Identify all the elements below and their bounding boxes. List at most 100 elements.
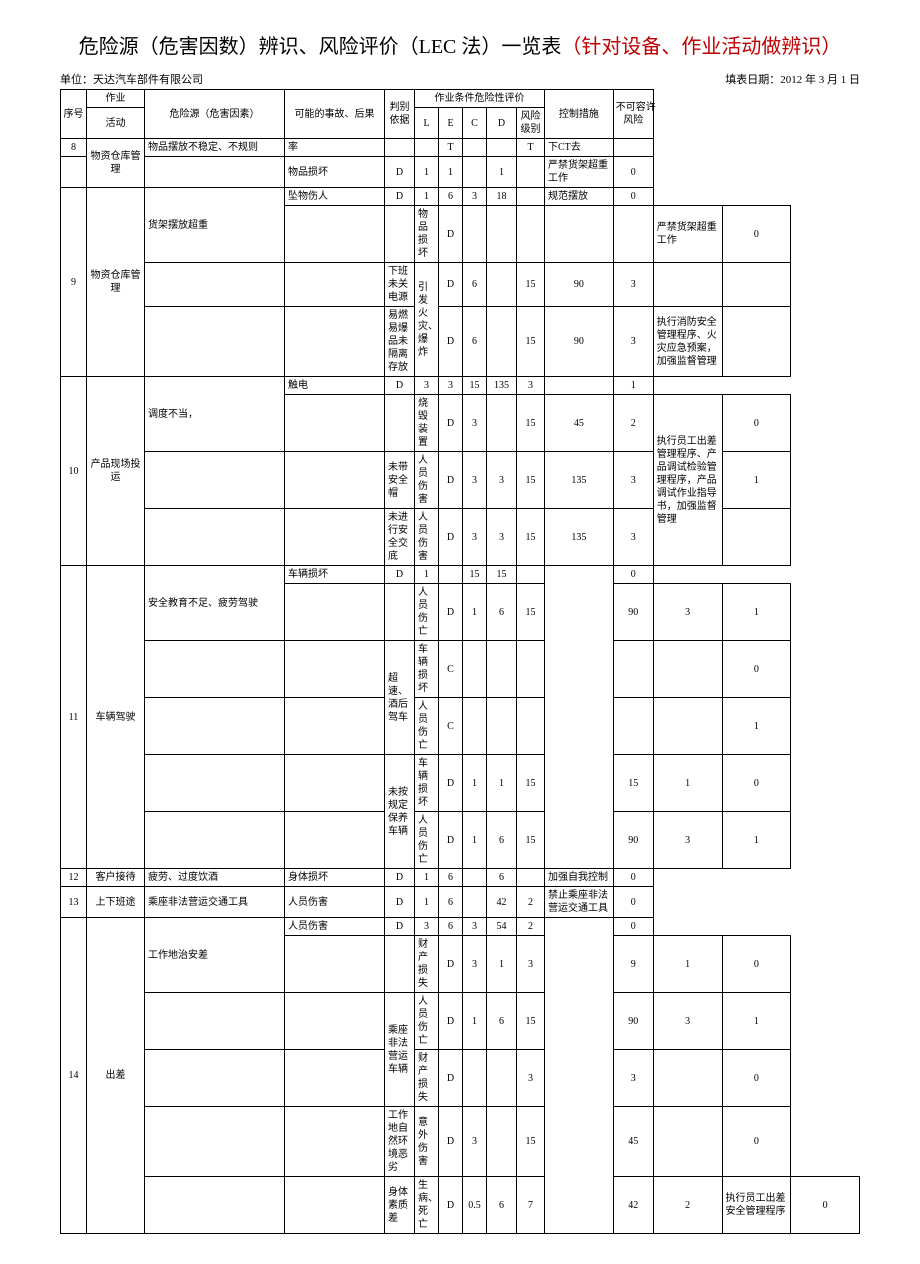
cell-acc: 人员伤害 <box>415 452 439 509</box>
cell-c: 15 <box>517 993 545 1050</box>
cell-acc: 触电 <box>285 377 385 395</box>
cell-d: 135 <box>487 377 517 395</box>
cell-lv <box>653 1050 722 1107</box>
cell-ctrl: 禁止乘座非法营运交通工具 <box>545 887 614 918</box>
cell-risk: 1 <box>722 452 791 509</box>
cell-l: 1 <box>463 584 487 641</box>
cell-d <box>613 698 653 755</box>
cell-risk: 0 <box>722 395 791 452</box>
cell-ctrl <box>545 918 614 1234</box>
title-main: 危险源（危害因数）辨识、风险评价（LEC 法）一览表 <box>79 36 562 58</box>
cell-acc: 人员伤害 <box>415 509 439 566</box>
cell-b: D <box>385 377 415 395</box>
cell-l: 3 <box>463 395 487 452</box>
cell-idx: 14 <box>61 918 87 1234</box>
cell-d: 90 <box>545 307 614 377</box>
cell-haz: 下班未关电源 <box>385 263 415 307</box>
cell-acc: 率 <box>285 139 385 157</box>
cell-d: 45 <box>613 1107 653 1177</box>
cell-haz: 未进行安全交底 <box>385 509 415 566</box>
cell-act <box>285 698 385 755</box>
cell-l: 3 <box>463 452 487 509</box>
cell-c: 3 <box>463 188 487 206</box>
cell-risk: 0 <box>722 1050 791 1107</box>
cell-e: 6 <box>487 1177 517 1234</box>
cell-e: 6 <box>439 918 463 936</box>
cell-risk <box>722 509 791 566</box>
table-row: 未进行安全交底人员伤害D33151353 <box>61 509 860 566</box>
cell-risk <box>722 307 791 377</box>
cell-d <box>545 206 614 263</box>
cell-idx: 8 <box>61 139 87 157</box>
cell-d: 15 <box>487 566 517 584</box>
cell-l: 3 <box>463 936 487 993</box>
cell-e: 1 <box>439 157 463 188</box>
cell-act <box>285 452 385 509</box>
cell-ctrl <box>545 566 614 869</box>
cell-c: 15 <box>517 584 545 641</box>
cell-risk: 0 <box>722 936 791 993</box>
cell-d: 18 <box>487 188 517 206</box>
cell-e: 3 <box>487 452 517 509</box>
cell-l <box>463 206 487 263</box>
lec-table: 序号 作业 危险源（危害因素） 可能的事故、后果 判别 依据 作业条件危险性评价… <box>60 89 860 1234</box>
cell-c: 15 <box>517 395 545 452</box>
th-act1: 作业 <box>87 90 145 108</box>
cell-acc: 财产损失 <box>415 936 439 993</box>
cell-act: 物资仓库管理 <box>87 139 145 188</box>
table-row: 12客户接待疲劳、过度饮酒身体损坏D166加强自我控制0 <box>61 869 860 887</box>
cell-lv <box>517 157 545 188</box>
cell-c: 3 <box>517 936 545 993</box>
cell-c: 15 <box>517 307 545 377</box>
table-row: 人员伤亡C1 <box>61 698 860 755</box>
cell-d: 45 <box>545 395 614 452</box>
cell-l: 3 <box>415 377 439 395</box>
cell-e: 1 <box>487 936 517 993</box>
table-row: 工作地自然环境恶劣意外伤害D315450 <box>61 1107 860 1177</box>
cell-haz: 乘座非法营运车辆 <box>385 993 415 1107</box>
cell-c: 7 <box>517 1177 545 1234</box>
cell-e <box>487 1107 517 1177</box>
cell-d: 6 <box>487 869 517 887</box>
cell-lv: 3 <box>517 377 545 395</box>
cell-acc: 人员伤亡 <box>415 812 439 869</box>
table-row: 下班未关电源引发火灾、爆炸D615903 <box>61 263 860 307</box>
cell-c <box>517 206 545 263</box>
cell-act <box>285 755 385 812</box>
cell-act: 上下班途 <box>87 887 145 918</box>
cell-acc: 人员伤害 <box>285 887 385 918</box>
cell-b: D <box>439 395 463 452</box>
cell-d <box>487 139 517 157</box>
cell-c: 3 <box>517 1050 545 1107</box>
cell-act: 出差 <box>87 918 145 1234</box>
cell-risk: 1 <box>722 584 791 641</box>
cell-b: D <box>439 263 463 307</box>
title-red: （针对设备、作业活动做辨识） <box>561 36 841 58</box>
cell-b: D <box>439 1177 463 1234</box>
cell-act <box>385 936 415 993</box>
cell-acc: 车辆损坏 <box>415 755 439 812</box>
cell-acc: 车辆损坏 <box>285 566 385 584</box>
cell-acc: 物品损坏 <box>285 157 385 188</box>
cell-idx <box>285 936 385 993</box>
cell-idx <box>145 755 285 812</box>
cell-l: 1 <box>415 188 439 206</box>
cell-e: 3 <box>487 509 517 566</box>
cell-haz: 疲劳、过度饮酒 <box>145 869 285 887</box>
cell-d: 1 <box>487 157 517 188</box>
cell-act <box>385 584 415 641</box>
table-row: 10产品现场投运调度不当，触电D331513531 <box>61 377 860 395</box>
page-title: 危险源（危害因数）辨识、风险评价（LEC 法）一览表（针对设备、作业活动做辨识） <box>60 30 860 59</box>
cell-l: 1 <box>415 566 439 584</box>
cell-d: 135 <box>545 509 614 566</box>
cell-acc: 人员伤亡 <box>415 698 439 755</box>
th-E: E <box>439 108 463 139</box>
table-row: 11车辆驾驶安全教育不足、疲劳驾驶车辆损坏D115150 <box>61 566 860 584</box>
cell-act <box>285 1107 385 1177</box>
cell-act: 客户接待 <box>87 869 145 887</box>
cell-b: C <box>439 641 463 698</box>
cell-risk <box>722 263 791 307</box>
cell-b: D <box>439 509 463 566</box>
cell-haz: 工作地自然环境恶劣 <box>385 1107 415 1177</box>
cell-lv: 1 <box>653 936 722 993</box>
